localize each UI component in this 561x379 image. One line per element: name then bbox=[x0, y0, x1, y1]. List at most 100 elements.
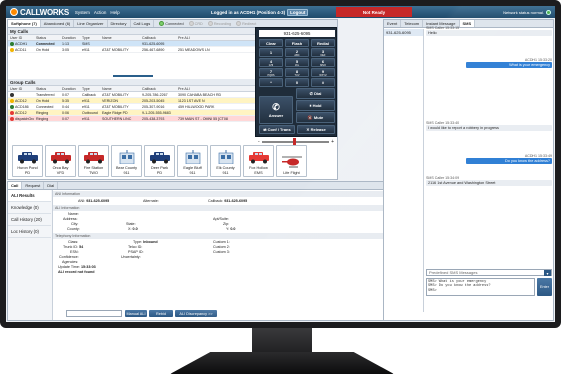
tab-abandoned[interactable]: Abandoned (6) bbox=[41, 20, 75, 27]
key-5[interactable]: 5 JKL bbox=[285, 58, 309, 67]
answer-button[interactable]: ✆ Answer bbox=[259, 96, 293, 124]
cell: Connected bbox=[34, 105, 60, 109]
side-ali-results[interactable]: ALI Results bbox=[8, 190, 51, 202]
col-callback[interactable]: Callback bbox=[140, 35, 176, 40]
col-user-id[interactable]: User ID bbox=[8, 86, 34, 91]
network-status: Network status normal. bbox=[503, 9, 551, 15]
side-knowledge[interactable]: Knowledge (0) bbox=[8, 202, 51, 214]
logout-button[interactable]: Logout bbox=[287, 8, 309, 16]
clear-button[interactable]: Clear bbox=[259, 39, 283, 47]
key-7[interactable]: 7 PQRS bbox=[259, 68, 283, 77]
flash-button[interactable]: Flash bbox=[285, 39, 309, 47]
tab-event[interactable]: Event bbox=[384, 20, 402, 27]
agent-state-button[interactable]: Not Ready bbox=[336, 7, 412, 17]
unit-button[interactable]: Deer Park PD bbox=[144, 145, 175, 177]
unit-button[interactable]: Fox Hollow EMS bbox=[243, 145, 274, 177]
menu-help[interactable]: Help bbox=[110, 10, 119, 15]
conf-label: Conf / Trans bbox=[267, 127, 291, 132]
menu-system[interactable]: System bbox=[75, 10, 90, 15]
unit-button[interactable]: Fire Station TWO bbox=[78, 145, 109, 177]
table-row[interactable]: dispatchGroupRinging 0:07 e911 SOUTHERN LIN… bbox=[8, 116, 256, 122]
dial-button[interactable]: ✆ Dial bbox=[296, 88, 335, 99]
side-loc-history[interactable]: Loc History (0) bbox=[8, 226, 51, 238]
key-4[interactable]: 4 GHI bbox=[259, 58, 283, 67]
col-name[interactable]: Name bbox=[100, 35, 140, 40]
sms-compose-input[interactable]: SMS> What is your emergency SMS> Do you … bbox=[426, 278, 535, 296]
unit-button[interactable]: Huron Pond PD bbox=[12, 145, 43, 177]
cell: 1123 1ST AVE N bbox=[176, 99, 256, 103]
unit-button[interactable]: Bear County 911 bbox=[111, 145, 142, 177]
splitter[interactable] bbox=[113, 75, 153, 77]
status-crd[interactable]: CRD bbox=[188, 20, 203, 27]
col-status[interactable]: Status bbox=[34, 35, 60, 40]
status-connected[interactable]: Connected bbox=[159, 20, 184, 27]
sms-enter-button[interactable]: Enter bbox=[537, 278, 552, 296]
answer-phone-icon: ✆ bbox=[272, 102, 280, 112]
dial-number-display[interactable]: 931-625-6095 bbox=[259, 30, 335, 37]
ali-panel: Call Request Dial ALI Results Knowledge … bbox=[7, 181, 409, 321]
status-recording[interactable]: Recording bbox=[207, 20, 231, 27]
y-field: Y: 0.0 bbox=[226, 227, 235, 231]
cell: 459 HILLWOOD PARK bbox=[176, 105, 256, 109]
mute-button[interactable]: 🔇 Mute bbox=[296, 112, 335, 123]
cell: 0:07 bbox=[60, 117, 80, 121]
key-10[interactable]: * bbox=[259, 78, 283, 87]
login-info: Logged in as ACDH1 (Position 4-3) Logout bbox=[211, 8, 309, 16]
custom2-label: Custom 2: bbox=[213, 245, 230, 249]
key-12[interactable]: # bbox=[311, 78, 335, 87]
cell: ACD12 bbox=[8, 98, 34, 103]
col-name[interactable]: Name bbox=[100, 86, 140, 91]
col-duration[interactable]: Duration bbox=[60, 86, 80, 91]
ali-discrepancy-button[interactable]: ALI Discrepancy >> bbox=[175, 310, 217, 317]
key-6[interactable]: 6 MNO bbox=[311, 58, 335, 67]
cell: Callback bbox=[80, 93, 100, 97]
unit-button[interactable]: Elk County 911 bbox=[210, 145, 241, 177]
unit-name: Life Flight bbox=[283, 170, 300, 175]
tab-directory[interactable]: Directory bbox=[108, 20, 131, 27]
tab-line-organizer[interactable]: Line Organizer bbox=[74, 20, 108, 27]
col-type[interactable]: Type bbox=[80, 86, 100, 91]
city-label: City: bbox=[71, 222, 79, 226]
tab-request[interactable]: Request bbox=[22, 182, 45, 189]
volume-handle[interactable] bbox=[292, 138, 296, 146]
col-user-id[interactable]: User ID bbox=[8, 35, 34, 40]
key-11[interactable]: 0 bbox=[285, 78, 309, 87]
key-2[interactable]: 2 ABC bbox=[285, 48, 309, 57]
redial-button[interactable]: Redial bbox=[311, 39, 335, 47]
release-button[interactable]: ✕ Release bbox=[297, 125, 335, 134]
unit-button[interactable]: Eagle Bluff 911 bbox=[177, 145, 208, 177]
side-call-history[interactable]: Call History (20) bbox=[8, 214, 51, 226]
status-redirect[interactable]: Redirect bbox=[236, 20, 256, 27]
tab-dial[interactable]: Dial bbox=[44, 182, 59, 189]
col-type[interactable]: Type bbox=[80, 35, 100, 40]
col-status[interactable]: Status bbox=[34, 86, 60, 91]
cell: Connected bbox=[36, 41, 55, 46]
predefined-sms-select[interactable]: Predefined SMS Messages ▾ bbox=[426, 269, 552, 276]
menu-action[interactable]: Action bbox=[94, 10, 107, 15]
col-duration[interactable]: Duration bbox=[60, 35, 80, 40]
unit-button[interactable]: Orca Bay VFD bbox=[45, 145, 76, 177]
unit-button[interactable]: Life Flight bbox=[276, 145, 307, 177]
hold-button[interactable]: ⏸ Hold bbox=[296, 100, 335, 111]
tab-call-logs[interactable]: Call Logs bbox=[131, 20, 155, 27]
col-pre-ali[interactable]: Pre ALI bbox=[176, 35, 256, 40]
col-callback[interactable]: Callback bbox=[140, 86, 176, 91]
tab-call[interactable]: Call bbox=[8, 182, 23, 189]
rebid-button[interactable]: Rebid bbox=[149, 310, 173, 317]
volume-track[interactable] bbox=[261, 138, 330, 146]
manual-ali-button[interactable]: Manual ALI bbox=[125, 310, 147, 317]
tab-telecom[interactable]: Telecom bbox=[401, 20, 424, 27]
key-1[interactable]: 1 bbox=[259, 48, 283, 57]
update-value: 15:33:03 bbox=[80, 265, 96, 269]
tab-softphone[interactable]: Softphone (7) bbox=[8, 20, 41, 27]
key-3[interactable]: 3 DEF bbox=[311, 48, 335, 57]
key-9[interactable]: 9 WXYZ bbox=[311, 68, 335, 77]
key-8[interactable]: 8 TUV bbox=[285, 68, 309, 77]
county-label: County: bbox=[67, 227, 80, 231]
conf-trans-button[interactable]: ⇄ Conf / Trans bbox=[259, 125, 295, 134]
volume-slider[interactable]: - + bbox=[258, 138, 334, 146]
col-pre-ali[interactable]: Pre ALI bbox=[176, 86, 256, 91]
cell-text: Ringing bbox=[36, 110, 49, 115]
ali-search-input[interactable] bbox=[66, 310, 122, 317]
sms-conversation-item[interactable]: 931-625-6095 bbox=[384, 29, 423, 36]
